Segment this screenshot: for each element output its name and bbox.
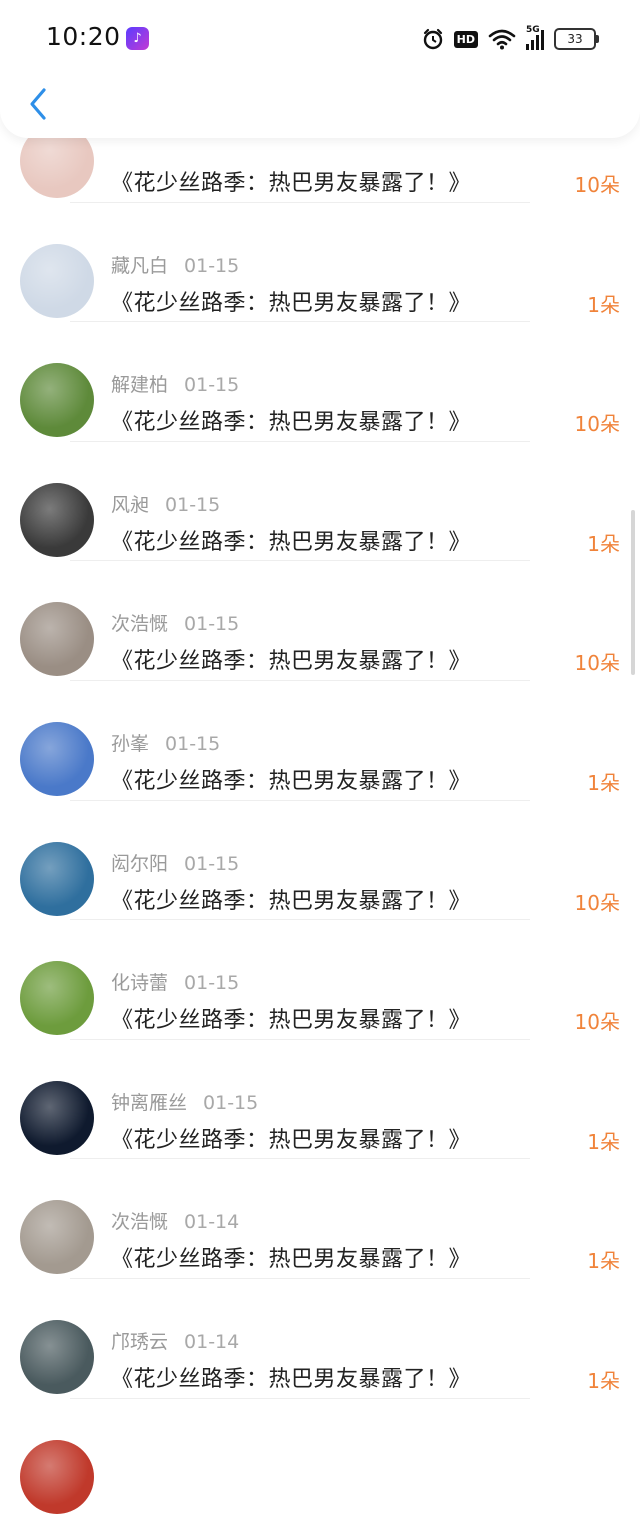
send-date: 01-15 — [184, 254, 240, 277]
avatar[interactable] — [20, 243, 94, 318]
user-name: 邝琇云 — [111, 1331, 169, 1353]
list-item[interactable]: 钟离雁丝 01-15 《花少丝路季：热巴男友暴露了！》 1朵 — [0, 1039, 640, 1160]
flower-count: 10朵 — [574, 890, 620, 915]
avatar[interactable] — [20, 1200, 94, 1275]
send-date: 01-14 — [184, 1211, 240, 1234]
program-title: 《花少丝路季：热巴男友暴露了！》 — [111, 529, 472, 555]
avatar[interactable] — [20, 1439, 94, 1514]
user-name: 钟离雁丝 — [111, 1091, 188, 1114]
program-title: 《花少丝路季：热巴男友暴露了！》 — [111, 769, 472, 794]
list-item[interactable]: 解建柏 01-15 《花少丝路季：热巴男友暴露了！》 10朵 — [0, 321, 640, 442]
nickname-row: 闳尔阳 01-15 — [111, 849, 239, 876]
flower-count: 1朵 — [587, 1249, 620, 1274]
program-title: 《花少丝路季：热巴男友暴露了！》 — [111, 290, 472, 316]
nickname-row: 解建柏 01-15 — [111, 370, 239, 397]
program-title: 《花少丝路季：热巴男友暴露了！》 — [111, 1247, 472, 1273]
nickname-row: 邝琇云 01-14 — [111, 1327, 239, 1354]
flower-count: 1朵 — [587, 531, 620, 556]
send-date: 01-14 — [184, 1331, 240, 1353]
gift-record-list: 《花少丝路季：热巴男友暴露了！》 10朵 藏凡白 01-15 《花少丝路季：热巴男友暴露… — [0, 0, 640, 1514]
scrollbar[interactable] — [631, 510, 635, 675]
program-title: 《花少丝路季：热巴男友暴露了！》 — [111, 410, 472, 436]
nickname-row: 次浩慨 01-15 — [111, 609, 239, 636]
avatar[interactable] — [20, 722, 94, 796]
flower-count: 10朵 — [574, 1010, 620, 1035]
chevron-left-icon — [30, 88, 46, 120]
program-title: 《花少丝路季：热巴男友暴露了！》 — [111, 888, 472, 914]
nickname-row: 化诗蕾 01-15 — [111, 968, 239, 995]
send-date: 01-15 — [203, 1091, 259, 1114]
flower-count: 1朵 — [587, 1129, 620, 1154]
avatar[interactable] — [20, 841, 94, 916]
list-item[interactable]: 次浩慨 01-15 《花少丝路季：热巴男友暴露了！》 10朵 — [0, 560, 640, 681]
user-name: 藏凡白 — [111, 254, 169, 277]
alarm-icon — [423, 28, 442, 50]
send-date: 01-15 — [184, 613, 240, 636]
top-bar: 10:20 ♪ HD 5G 33 — [0, 0, 640, 138]
send-date: 01-15 — [184, 374, 240, 397]
program-title: 《花少丝路季：热巴男友暴露了！》 — [111, 1367, 472, 1392]
list-item[interactable]: 风昶 01-15 《花少丝路季：热巴男友暴露了！》 1朵 — [0, 441, 640, 562]
flower-count: 1朵 — [587, 771, 620, 795]
program-title: 《花少丝路季：热巴男友暴露了！》 — [111, 649, 472, 675]
avatar[interactable] — [20, 482, 94, 557]
battery-icon: 33 — [554, 28, 599, 50]
program-title: 《花少丝路季：热巴男友暴露了！》 — [111, 1127, 472, 1153]
nickname-row: 次浩慨 01-14 — [111, 1207, 239, 1234]
nickname-row: 风昶 01-15 — [111, 490, 220, 517]
list-item[interactable]: 闳尔阳 01-15 《花少丝路季：热巴男友暴露了！》 10朵 — [0, 800, 640, 921]
list-item[interactable]: 邝琇云 01-14 《花少丝路季：热巴男友暴露了！》 1朵 — [0, 1278, 640, 1399]
avatar[interactable] — [20, 1320, 94, 1394]
network-type-label: 5G — [526, 25, 540, 35]
list-item[interactable]: 次浩慨 01-14 《花少丝路季：热巴男友暴露了！》 1朵 — [0, 1158, 640, 1279]
user-name: 风昶 — [111, 493, 150, 516]
nickname-row: 孙峯 01-15 — [111, 729, 220, 756]
wifi-icon — [488, 29, 516, 50]
list-item[interactable] — [0, 1398, 640, 1517]
send-date: 01-15 — [184, 972, 240, 995]
send-date: 01-15 — [165, 493, 221, 516]
user-name: 次浩慨 — [111, 1211, 169, 1234]
flower-count: 1朵 — [587, 1369, 620, 1393]
program-title: 《花少丝路季：热巴男友暴露了！》 — [111, 171, 472, 196]
nickname-row: 藏凡白 01-15 — [111, 251, 239, 278]
music-app-icon: ♪ — [126, 27, 149, 50]
back-button[interactable] — [18, 82, 58, 126]
status-icons: HD 5G 33 — [422, 25, 599, 52]
list-item[interactable]: 孙峯 01-15 《花少丝路季：热巴男友暴露了！》 1朵 — [0, 680, 640, 801]
avatar[interactable] — [20, 602, 94, 677]
flower-count: 10朵 — [574, 173, 620, 197]
list-item[interactable]: 化诗蕾 01-15 《花少丝路季：热巴男友暴露了！》 10朵 — [0, 919, 640, 1040]
avatar[interactable] — [20, 1080, 94, 1155]
status-time: 10:20 — [46, 22, 121, 51]
send-date: 01-15 — [184, 852, 240, 875]
flower-count: 1朵 — [587, 292, 620, 317]
flower-count: 10朵 — [574, 412, 620, 437]
signal-icon: 5G — [526, 25, 544, 50]
user-name: 闳尔阳 — [111, 852, 169, 875]
avatar[interactable] — [20, 363, 94, 438]
program-title: 《花少丝路季：热巴男友暴露了！》 — [111, 1008, 472, 1034]
user-name: 次浩慨 — [111, 613, 169, 636]
nickname-row: 钟离雁丝 01-15 — [111, 1088, 258, 1115]
user-name: 化诗蕾 — [111, 972, 169, 995]
flower-count: 10朵 — [574, 651, 620, 676]
user-name: 解建柏 — [111, 374, 169, 397]
list-item[interactable]: 藏凡白 01-15 《花少丝路季：热巴男友暴露了！》 1朵 — [0, 202, 640, 323]
hd-badge: HD — [453, 30, 478, 48]
avatar[interactable] — [20, 961, 94, 1036]
send-date: 01-15 — [165, 733, 221, 755]
user-name: 孙峯 — [111, 733, 150, 755]
